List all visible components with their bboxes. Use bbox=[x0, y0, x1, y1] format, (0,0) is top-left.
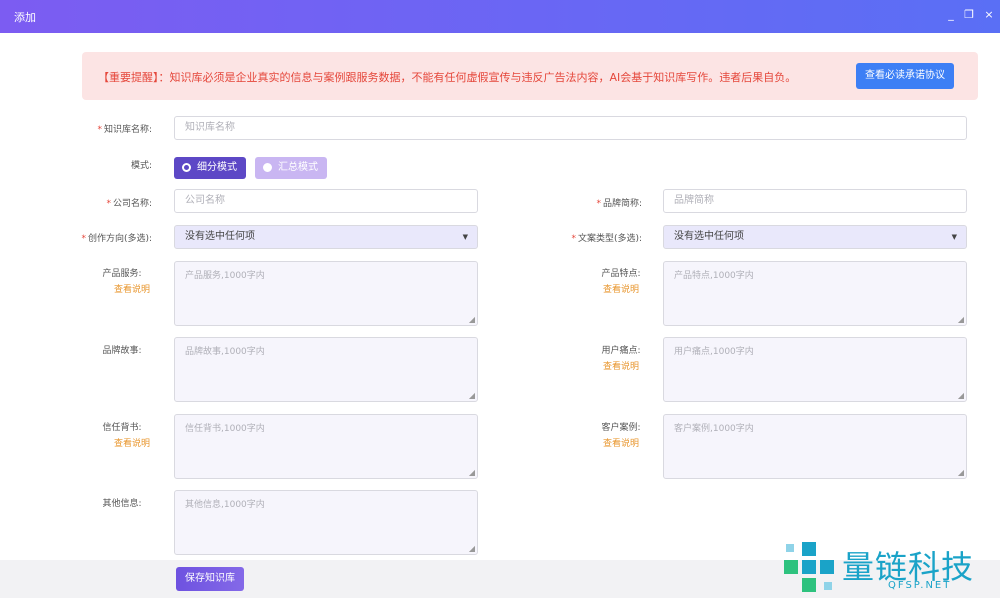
maximize-icon[interactable]: ❐ bbox=[962, 8, 976, 21]
trust-textarea[interactable]: 信任背书,1000字内 ◢ bbox=[174, 414, 478, 479]
resize-grip-icon[interactable]: ◢ bbox=[469, 468, 475, 477]
product-feature-help-link[interactable]: 查看说明 bbox=[591, 282, 651, 295]
company-label: * 公司名称: bbox=[106, 199, 152, 209]
copy-type-label: * 文案类型(多选): bbox=[571, 234, 642, 244]
resize-grip-icon[interactable]: ◢ bbox=[469, 544, 475, 553]
logo-mark-icon bbox=[784, 542, 834, 592]
mode-option-label: 细分模式 bbox=[197, 162, 237, 173]
pain-points-textarea[interactable]: 用户痛点,1000字内 ◢ bbox=[663, 337, 967, 402]
resize-grip-icon[interactable]: ◢ bbox=[469, 315, 475, 324]
brand-label: * 品牌简称: bbox=[596, 199, 642, 209]
product-feature-textarea[interactable]: 产品特点,1000字内 ◢ bbox=[663, 261, 967, 326]
mode-option-label: 汇总模式 bbox=[278, 162, 318, 173]
radio-icon bbox=[263, 163, 272, 172]
title-bar: 添加 _ ❐ × bbox=[0, 0, 1000, 33]
copy-type-select-value: 没有选中任何项 bbox=[674, 231, 744, 242]
resize-grip-icon[interactable]: ◢ bbox=[958, 468, 964, 477]
pain-points-help-link[interactable]: 查看说明 bbox=[591, 359, 651, 372]
other-label: 其他信息: bbox=[102, 499, 142, 509]
product-service-help-link[interactable]: 查看说明 bbox=[102, 282, 162, 295]
direction-select-value: 没有选中任何项 bbox=[185, 231, 255, 242]
important-notice: 【重要提醒】：知识库必须是企业真实的信息与案例跟服务数据，不能有任何虚假宣传与违… bbox=[82, 52, 978, 100]
direction-select[interactable]: 没有选中任何项 ▼ bbox=[174, 225, 478, 249]
direction-label: * 创作方向(多选): bbox=[81, 234, 152, 244]
radio-icon bbox=[182, 163, 191, 172]
trust-label: 信任背书: bbox=[102, 423, 142, 433]
brand-story-placeholder: 品牌故事,1000字内 bbox=[185, 347, 265, 357]
resize-grip-icon[interactable]: ◢ bbox=[958, 315, 964, 324]
kb-name-input[interactable]: 知识库名称 bbox=[174, 116, 967, 140]
product-feature-label: 产品特点: bbox=[601, 269, 641, 279]
company-input[interactable]: 公司名称 bbox=[174, 189, 478, 213]
other-placeholder: 其他信息,1000字内 bbox=[185, 500, 265, 510]
other-textarea[interactable]: 其他信息,1000字内 ◢ bbox=[174, 490, 478, 555]
watermark-domain: QFSP.NET bbox=[888, 580, 952, 591]
product-service-textarea[interactable]: 产品服务,1000字内 ◢ bbox=[174, 261, 478, 326]
window-title: 添加 bbox=[14, 11, 36, 24]
product-service-placeholder: 产品服务,1000字内 bbox=[185, 271, 265, 281]
mode-label: 模式: bbox=[130, 161, 152, 171]
cases-textarea[interactable]: 客户案例,1000字内 ◢ bbox=[663, 414, 967, 479]
product-feature-placeholder: 产品特点,1000字内 bbox=[674, 271, 754, 281]
brand-story-label: 品牌故事: bbox=[102, 346, 142, 356]
resize-grip-icon[interactable]: ◢ bbox=[469, 391, 475, 400]
trust-placeholder: 信任背书,1000字内 bbox=[185, 424, 265, 434]
cases-placeholder: 客户案例,1000字内 bbox=[674, 424, 754, 434]
resize-grip-icon[interactable]: ◢ bbox=[958, 391, 964, 400]
trust-help-link[interactable]: 查看说明 bbox=[102, 436, 162, 449]
save-knowledge-base-button[interactable]: 保存知识库 bbox=[176, 567, 244, 591]
cases-label: 客户案例: bbox=[601, 423, 641, 433]
brand-input[interactable]: 品牌简称 bbox=[663, 189, 967, 213]
watermark-logo: 量链科技 QFSP.NET bbox=[778, 536, 1000, 598]
minimize-icon[interactable]: _ bbox=[944, 8, 958, 21]
caret-down-icon: ▼ bbox=[951, 233, 957, 241]
view-agreement-button[interactable]: 查看必读承诺协议 bbox=[856, 63, 954, 89]
copy-type-select[interactable]: 没有选中任何项 ▼ bbox=[663, 225, 967, 249]
kb-name-label: * 知识库名称: bbox=[97, 125, 152, 135]
product-service-label: 产品服务: bbox=[102, 269, 142, 279]
mode-option-summary[interactable]: 汇总模式 bbox=[255, 157, 327, 179]
pain-points-placeholder: 用户痛点,1000字内 bbox=[674, 347, 754, 357]
brand-story-textarea[interactable]: 品牌故事,1000字内 ◢ bbox=[174, 337, 478, 402]
close-icon[interactable]: × bbox=[982, 8, 996, 21]
mode-option-detailed[interactable]: 细分模式 bbox=[174, 157, 246, 179]
pain-points-label: 用户痛点: bbox=[601, 346, 641, 356]
cases-help-link[interactable]: 查看说明 bbox=[591, 436, 651, 449]
notice-text: 【重要提醒】：知识库必须是企业真实的信息与案例跟服务数据，不能有任何虚假宣传与违… bbox=[98, 71, 797, 84]
caret-down-icon: ▼ bbox=[462, 233, 468, 241]
